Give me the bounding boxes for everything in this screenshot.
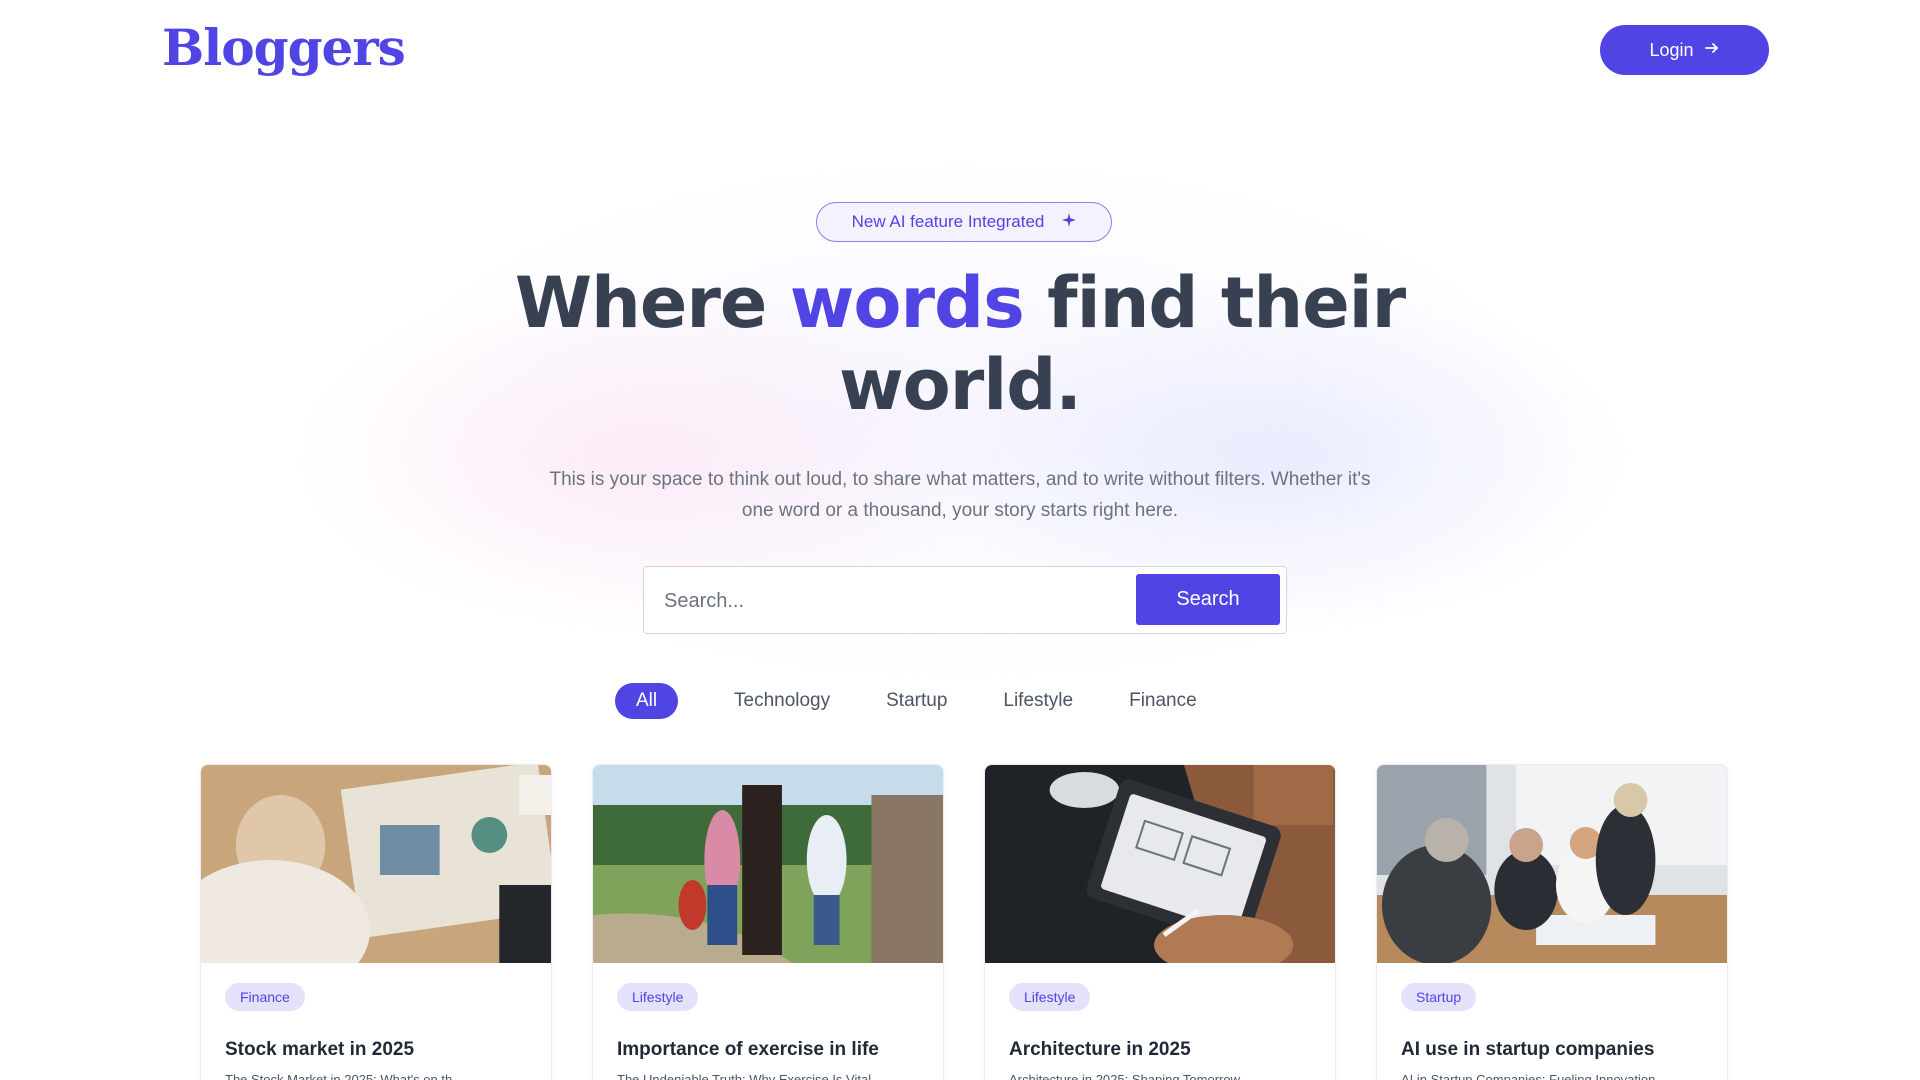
filter-technology[interactable]: Technology [734,683,830,719]
ai-feature-badge: New AI feature Integrated [816,202,1112,242]
hero-subtitle: This is your space to think out loud, to… [549,469,1371,521]
post-title: Architecture in 2025 [1009,1039,1191,1060]
post-card[interactable]: Finance Stock market in 2025 The Stock M… [200,764,552,1080]
login-button[interactable]: Login [1600,25,1769,75]
post-tag: Lifestyle [617,983,699,1011]
search-input[interactable] [662,579,1126,623]
search-button[interactable]: Search [1136,574,1280,625]
filter-lifestyle[interactable]: Lifestyle [1003,683,1073,719]
post-excerpt: AI in Startup Companies: Fueling Innovat… [1401,1072,1656,1080]
post-excerpt: Architecture in 2025: Shaping Tomorrow [1009,1072,1240,1080]
filter-all[interactable]: All [615,683,678,719]
post-tag: Finance [225,983,305,1011]
post-image [1377,765,1727,963]
post-tag: Startup [1401,983,1477,1011]
filter-finance[interactable]: Finance [1129,683,1197,719]
brand-logo[interactable]: Bloggers [162,18,406,78]
post-title: AI use in startup companies [1401,1039,1655,1060]
filter-startup[interactable]: Startup [886,683,947,719]
post-image [985,765,1335,963]
arrow-right-icon [1704,40,1720,61]
hero-headline: Where words find their world. [460,262,1460,426]
post-tag: Lifestyle [1009,983,1091,1011]
post-image [593,765,943,963]
post-title: Importance of exercise in life [617,1039,879,1060]
category-filters: All Technology Startup Lifestyle Finance [615,683,1197,719]
post-excerpt: The Undeniable Truth: Why Exercise Is Vi… [617,1072,872,1080]
post-card[interactable]: Lifestyle Architecture in 2025 Architect… [984,764,1336,1080]
post-card[interactable]: Startup AI use in startup companies AI i… [1376,764,1728,1080]
badge-text: New AI feature Integrated [851,212,1045,231]
sparkle-icon [1062,212,1077,232]
post-excerpt: The Stock Market in 2025: What's on th [225,1072,453,1080]
search-bar: Search [643,566,1287,634]
post-grid: Finance Stock market in 2025 The Stock M… [200,764,1730,1080]
page: Bloggers Login New AI feature Integrated [0,0,1920,1080]
post-image [201,765,551,963]
headline-part1: Where [514,262,790,344]
header: Bloggers Login [0,0,1920,100]
post-title: Stock market in 2025 [225,1039,415,1060]
login-label: Login [1649,39,1694,60]
headline-accent-word: words [789,262,1025,344]
post-card[interactable]: Lifestyle Importance of exercise in life… [592,764,944,1080]
